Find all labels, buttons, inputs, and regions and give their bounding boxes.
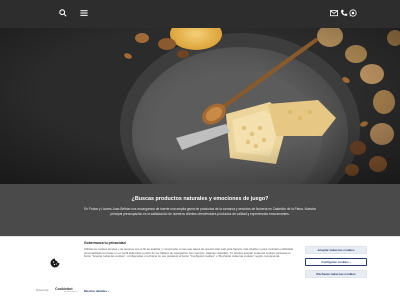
hero-illustration: [0, 28, 400, 184]
cookie-title: Gobernanza tu privacidad: [84, 241, 126, 245]
whatsapp-icon[interactable]: [349, 9, 357, 17]
cookie-description: Utilizamos cookies propias y de terceros…: [84, 247, 294, 259]
top-navigation-bar: [0, 0, 400, 28]
accept-all-cookies-button[interactable]: Aceptar todas las cookies: [305, 246, 367, 254]
intro-title: ¿Buscas productos naturales y emociones …: [131, 196, 269, 202]
mail-icon[interactable]: [330, 9, 338, 17]
cookiebot-sub-brand: by Usercentrics: [64, 291, 78, 293]
phone-icon[interactable]: [340, 9, 348, 17]
intro-text: En Frutos y Licores Juan Beltrán nos enc…: [84, 207, 316, 216]
reject-all-cookies-button[interactable]: Rechazar todas las cookies: [305, 270, 367, 278]
intro-section: ¿Buscas productos naturales y emociones …: [0, 184, 400, 236]
show-details-link[interactable]: Mostrar detalles ›: [84, 289, 109, 293]
configure-cookies-button[interactable]: Configurar cookies ›: [305, 258, 367, 266]
hero-image: [0, 28, 400, 184]
cookiebot-logo-icon: [50, 258, 60, 268]
search-icon[interactable]: [59, 9, 67, 17]
menu-icon[interactable]: [80, 9, 88, 17]
powered-by-label: Powered by: [36, 289, 49, 292]
